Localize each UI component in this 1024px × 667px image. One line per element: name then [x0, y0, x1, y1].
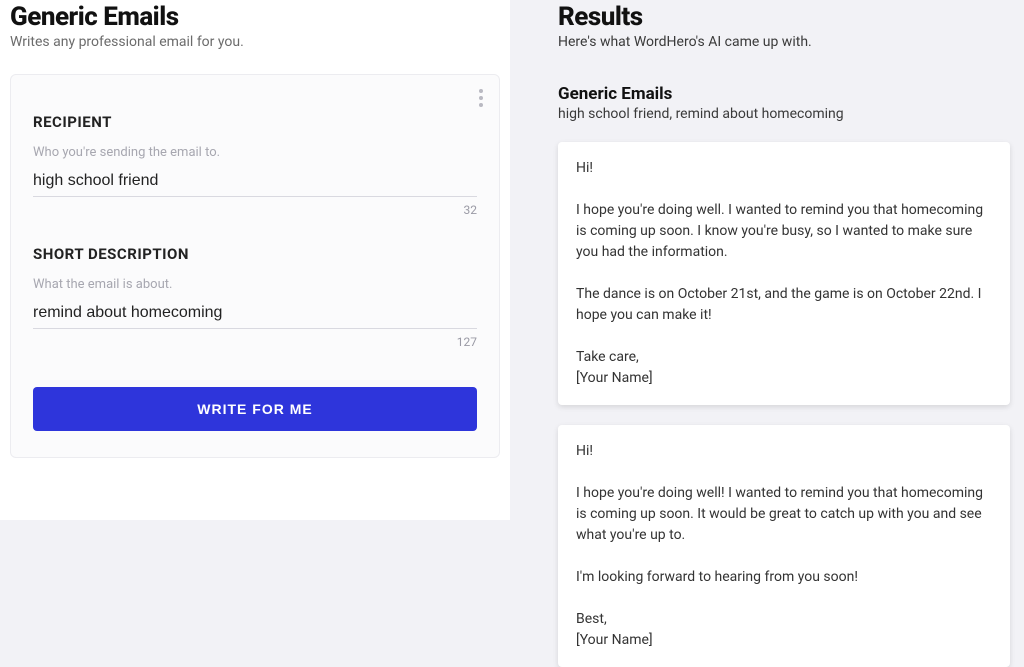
results-subtitle: Here's what WordHero's AI came up with. — [558, 34, 1010, 50]
recipient-input[interactable] — [33, 166, 477, 197]
input-panel: Generic Emails Writes any professional e… — [0, 0, 510, 520]
page-title: Generic Emails — [10, 2, 500, 32]
form-card: RECIPIENT Who you're sending the email t… — [10, 74, 500, 458]
results-title: Results — [558, 2, 1010, 32]
description-hint: What the email is about. — [33, 277, 477, 292]
results-tool-inputs: high school friend, remind about homecom… — [558, 106, 1010, 122]
results-tool-name: Generic Emails — [558, 84, 1010, 104]
recipient-label: RECIPIENT — [33, 113, 477, 131]
recipient-hint: Who you're sending the email to. — [33, 145, 477, 160]
results-panel: Results Here's what WordHero's AI came u… — [510, 0, 1024, 600]
more-options-icon[interactable] — [479, 89, 483, 107]
write-for-me-button[interactable]: WRITE FOR ME — [33, 387, 477, 431]
description-counter: 127 — [33, 335, 477, 349]
description-label: SHORT DESCRIPTION — [33, 245, 477, 263]
description-field: SHORT DESCRIPTION What the email is abou… — [33, 245, 477, 349]
recipient-counter: 32 — [33, 203, 477, 217]
recipient-field: RECIPIENT Who you're sending the email t… — [33, 113, 477, 217]
page-subtitle: Writes any professional email for you. — [10, 34, 500, 50]
result-card[interactable]: Hi! I hope you're doing well. I wanted t… — [558, 142, 1010, 405]
description-input[interactable] — [33, 298, 477, 329]
result-card[interactable]: Hi! I hope you're doing well! I wanted t… — [558, 425, 1010, 667]
